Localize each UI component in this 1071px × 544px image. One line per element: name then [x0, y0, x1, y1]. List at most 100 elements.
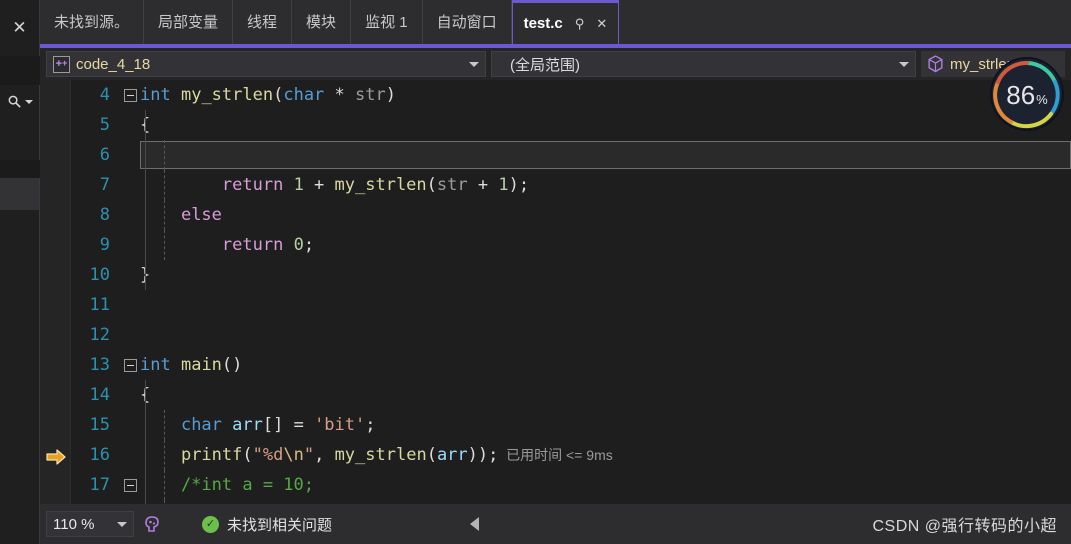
code-token: * — [324, 85, 356, 105]
chevron-down-icon — [899, 61, 909, 67]
code-line-text: int my_strlen(char * str) — [140, 80, 1071, 110]
code-token: )); — [467, 445, 499, 465]
indent-guide — [145, 140, 146, 170]
code-line[interactable]: 13 int main() — [40, 350, 1071, 380]
execution-pointer-icon — [46, 446, 66, 465]
code-line-text: else — [140, 200, 1071, 230]
code-line[interactable]: 8 else — [40, 200, 1071, 230]
indent-guide — [164, 170, 165, 200]
code-token: " — [334, 145, 345, 165]
code-line-text: { — [140, 380, 1071, 410]
issues-status[interactable]: ✓ 未找到相关问题 — [202, 514, 332, 535]
code-token: "%d — [252, 445, 284, 465]
code-token: 'bit' — [314, 415, 366, 435]
tab-locals[interactable]: 局部变量 — [144, 0, 234, 44]
arrow-left-icon[interactable] — [470, 517, 479, 531]
code-token: str — [436, 175, 468, 195]
code-line[interactable]: 7 return 1 + my_strlen(str + 1); — [40, 170, 1071, 200]
line-number: 17 — [89, 475, 110, 495]
chevron-down-icon — [117, 521, 127, 527]
code-line[interactable]: 12 — [40, 320, 1071, 350]
code-token: if — [180, 145, 202, 165]
editor-navigation-bar: + + code_4_18 (全局范围) my_strlen(cha — [40, 48, 1071, 80]
indent-guide — [145, 440, 146, 470]
chevron-down-icon — [24, 99, 33, 104]
code-token: 已用时间 <= 9ms — [498, 447, 613, 463]
code-line[interactable]: 17 /*int a = 10; — [40, 470, 1071, 500]
chevron-down-icon — [469, 61, 479, 67]
code-editor[interactable]: 4int my_strlen(char * str)5{6 if (*str !… — [40, 80, 1071, 504]
pin-icon[interactable]: ⚲ — [575, 17, 585, 30]
fold-toggle[interactable] — [120, 358, 140, 372]
left-tool-strip: ✕ — [0, 0, 40, 544]
indent-guide — [145, 410, 146, 440]
code-line-text: if (*str != "\0") — [140, 140, 1071, 170]
visual-studio-window: ✕ 未找到源。 局部变量 线程 模块 监视 1 自动窗口 test.c ⚲ ✕ … — [0, 0, 1071, 544]
fold-toggle[interactable] — [120, 88, 140, 102]
tool-strip-slot-1[interactable] — [0, 118, 40, 160]
tool-strip-slot-2[interactable] — [0, 210, 40, 544]
indent-guide — [164, 230, 165, 260]
cube-icon — [927, 55, 944, 73]
search-dropdown-button[interactable] — [0, 85, 40, 118]
code-token: int — [140, 85, 171, 105]
tab-watch-1[interactable]: 监视 1 — [351, 0, 423, 44]
check-circle-icon: ✓ — [202, 515, 219, 533]
code-token: (* — [201, 145, 233, 165]
tab-label: test.c — [523, 15, 563, 32]
scope-dropdown[interactable]: (全局范围) — [491, 51, 916, 77]
code-line-text: { — [140, 110, 1071, 140]
code-line[interactable]: 4 int my_strlen(char * str) — [40, 80, 1071, 110]
watermark-label: CSDN @强行转码的小超 — [872, 518, 1057, 535]
indent-guide — [145, 200, 146, 230]
issues-status-label: 未找到相关问题 — [227, 516, 333, 534]
code-line[interactable]: 16 printf("%d\n", my_strlen(arr)); 已用时间 … — [40, 440, 1071, 470]
tab-autos[interactable]: 自动窗口 — [422, 0, 512, 44]
indent-guide — [145, 110, 146, 140]
progress-donut-value: 86 — [1006, 80, 1036, 110]
tab-test-c[interactable]: test.c ⚲ ✕ — [511, 0, 620, 44]
code-token: [] = — [262, 415, 315, 435]
indent-guide — [164, 140, 165, 170]
code-token: 1 — [293, 175, 304, 195]
tab-threads[interactable]: 线程 — [233, 0, 293, 44]
collapse-icon — [123, 88, 137, 102]
code-token: str — [355, 85, 386, 105]
code-line[interactable]: 5{ — [40, 110, 1071, 140]
zoom-level-dropdown[interactable]: 110 % — [46, 511, 134, 537]
code-line-text: } — [140, 260, 1071, 290]
code-line-text: /*int a = 10; — [140, 470, 1071, 500]
code-line[interactable]: 11 — [40, 290, 1071, 320]
code-token: 0 — [293, 235, 304, 255]
code-token: arr — [436, 445, 468, 465]
line-number: 10 — [89, 265, 110, 285]
close-icon[interactable]: ✕ — [596, 17, 607, 30]
fold-toggle[interactable] — [120, 478, 140, 492]
tool-strip-slot-selected[interactable] — [0, 178, 40, 210]
code-line[interactable]: 6 if (*str != "\0") — [40, 140, 1071, 170]
intellicode-button[interactable] — [142, 514, 162, 534]
editor-status-bar: 110 % ✓ 未找到相关问题 CSDN @强行转码的小超 — [40, 504, 1071, 544]
collapse-icon — [123, 358, 137, 372]
project-dropdown[interactable]: + + code_4_18 — [46, 51, 486, 77]
indent-guide — [145, 470, 146, 500]
tab-label: 线程 — [247, 13, 278, 31]
tab-source-not-found[interactable]: 未找到源。 — [40, 0, 145, 44]
cpp-project-icon: + + — [53, 55, 70, 73]
code-line[interactable]: 9 return 0; — [40, 230, 1071, 260]
code-line[interactable]: 10} — [40, 260, 1071, 290]
line-number: 6 — [99, 145, 110, 165]
tab-label: 监视 1 — [365, 13, 408, 31]
tab-label: 未找到源。 — [54, 13, 130, 31]
line-number: 15 — [89, 415, 110, 435]
code-line[interactable]: 14 { — [40, 380, 1071, 410]
code-line[interactable]: 15 char arr[] = 'bit'; — [40, 410, 1071, 440]
code-token: char — [283, 85, 325, 105]
tab-modules[interactable]: 模块 — [292, 0, 352, 44]
close-panel-button[interactable]: ✕ — [0, 0, 40, 56]
code-token: ) — [385, 85, 396, 105]
